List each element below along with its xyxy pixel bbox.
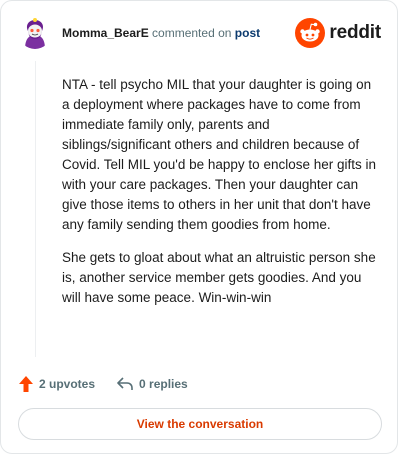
comment-meta: Momma_BearE commented on post [62, 26, 260, 40]
reply-count: 0 replies [139, 377, 188, 391]
comment-header: Momma_BearE commented on post reddit [19, 17, 381, 53]
view-conversation-button[interactable]: View the conversation [18, 408, 382, 440]
username-link[interactable]: Momma_BearE [62, 26, 149, 40]
brand-wordmark: reddit [329, 22, 381, 43]
comment-paragraph: She gets to gloat about what an altruist… [62, 250, 376, 305]
replies-button[interactable]: 0 replies [117, 377, 188, 391]
comment-body: NTA - tell psycho MIL that your daughter… [62, 75, 382, 321]
comment-actions: 2 upvotes 0 replies [19, 374, 188, 394]
comment-paragraph: NTA - tell psycho MIL that your daughter… [62, 77, 377, 232]
reply-arrow-icon [117, 377, 133, 390]
reddit-logo[interactable]: reddit [295, 17, 381, 49]
upvote-button[interactable]: 2 upvotes [19, 376, 95, 392]
thread-line [35, 61, 36, 357]
post-link[interactable]: post [235, 26, 260, 40]
reddit-alien-icon [295, 18, 326, 48]
upvote-arrow-icon [19, 376, 33, 392]
comment-card: Momma_BearE commented on post reddit NTA… [0, 0, 398, 454]
snoo-avatar-icon[interactable] [19, 17, 51, 49]
upvote-count: 2 upvotes [39, 377, 96, 391]
action-text: commented on [152, 26, 232, 40]
